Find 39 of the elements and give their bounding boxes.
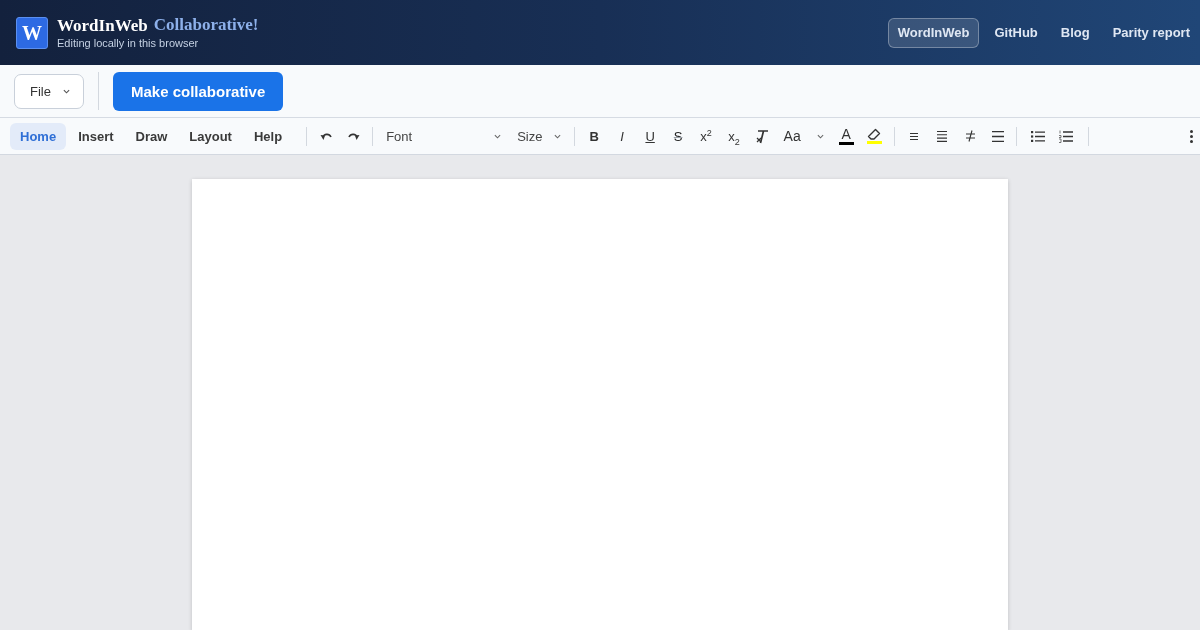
numbered-list-icon <box>1059 129 1074 143</box>
underline-button[interactable]: U <box>636 122 665 150</box>
ribbon-tab[interactable]: Home <box>10 122 67 150</box>
bold-button[interactable]: B <box>580 122 609 150</box>
ribbon-tab[interactable]: Layout <box>179 122 242 150</box>
ribbon-tab[interactable]: Insert <box>68 122 124 150</box>
redo-icon <box>348 131 361 141</box>
align-left-icon <box>910 132 919 140</box>
clear-formatting-icon <box>755 128 770 144</box>
app-subtitle: Editing locally in this browser <box>57 35 200 50</box>
nav-link[interactable]: Blog <box>1052 17 1098 48</box>
align-right-icon <box>965 130 975 142</box>
nav-link[interactable]: GitHub <box>986 17 1046 48</box>
caret-icon <box>554 133 562 139</box>
nav-link[interactable]: Parity report <box>1104 17 1198 48</box>
ribbon-tab[interactable]: Draw <box>125 122 178 150</box>
ribbon-tab[interactable]: Help <box>243 122 293 150</box>
app-name: WordInWeb <box>57 15 148 36</box>
bulleted-list-icon <box>1031 130 1046 142</box>
justify-icon <box>992 130 1005 142</box>
nav-link[interactable]: WordInWeb <box>887 17 980 48</box>
font-size-select[interactable]: Size <box>510 122 569 150</box>
file-menu-button[interactable]: File <box>14 73 84 109</box>
make-collaborative-button[interactable]: Make collaborative <box>113 71 284 111</box>
align-center-icon <box>937 130 948 142</box>
caret-icon <box>816 133 824 139</box>
italic-button[interactable]: I <box>608 122 637 150</box>
edition-label: Collaborative! <box>153 14 259 35</box>
logo-icon: W <box>16 16 48 49</box>
more-options-icon <box>1189 129 1193 143</box>
caret-icon <box>494 133 502 139</box>
font-select[interactable]: Font <box>378 122 509 150</box>
caret-icon <box>62 88 70 94</box>
superscript-button[interactable]: x$^{2}$ <box>692 122 721 150</box>
undo-icon <box>320 131 333 141</box>
font-color-button[interactable]: A <box>832 122 861 150</box>
highlighter-icon <box>867 128 882 140</box>
change-case-button[interactable]: Aa <box>776 122 809 150</box>
subscript-button[interactable]: x$_{2}$ <box>720 122 749 150</box>
